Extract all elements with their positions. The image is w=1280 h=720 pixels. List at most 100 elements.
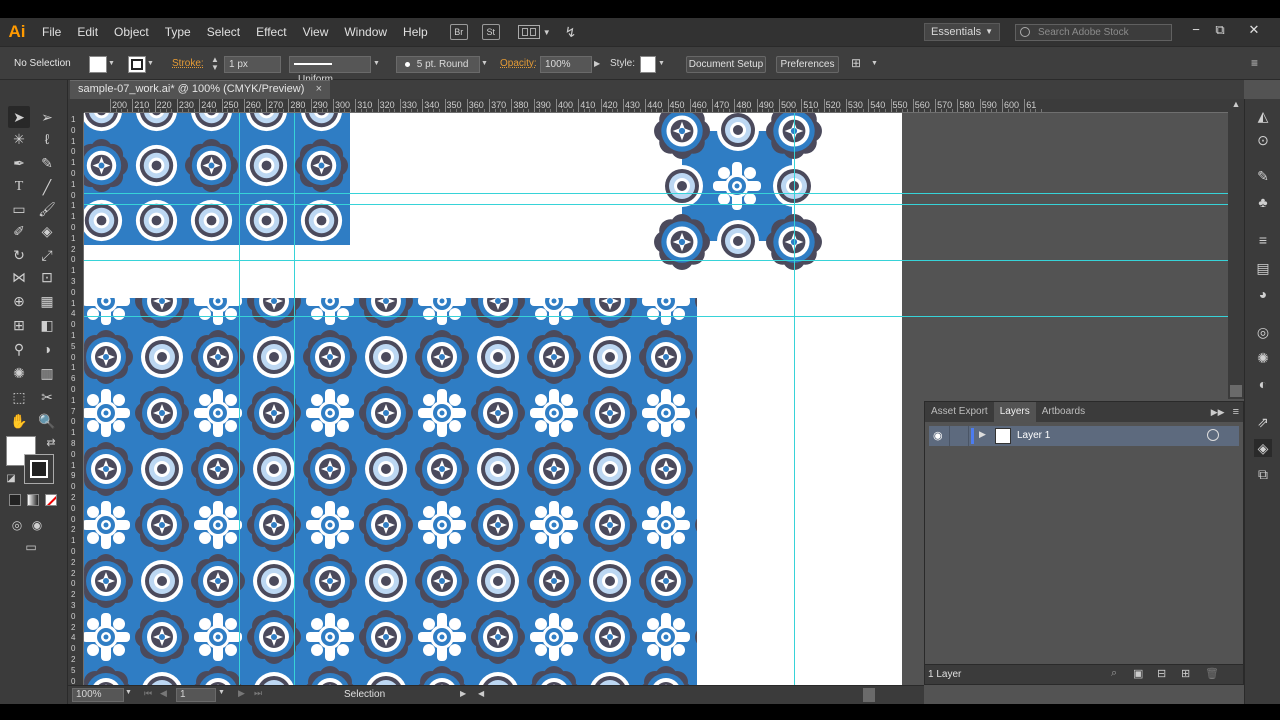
preferences-button[interactable]: Preferences: [776, 56, 839, 73]
locate-object-icon[interactable]: ⌕: [1111, 667, 1117, 680]
eraser-tool-icon[interactable]: ◈: [36, 220, 58, 242]
draw-behind-icon[interactable]: ◉: [26, 514, 48, 536]
width-tool-icon[interactable]: ⋈: [8, 266, 30, 288]
symbols-icon[interactable]: ♣: [1254, 193, 1272, 211]
restore-button[interactable]: ⧉: [1212, 22, 1228, 38]
minimize-button[interactable]: −: [1188, 22, 1204, 38]
brushes-icon[interactable]: ✎: [1254, 167, 1272, 185]
chevron-down-icon[interactable]: ▼: [543, 28, 551, 37]
perspective-grid-tool-icon[interactable]: ▦: [36, 290, 58, 312]
chevron-down-icon[interactable]: ▼: [373, 56, 387, 73]
menu-edit[interactable]: Edit: [69, 18, 106, 46]
search-stock-input[interactable]: Search Adobe Stock: [1015, 24, 1172, 41]
chevron-down-icon[interactable]: ▼: [218, 689, 225, 696]
type-tool-icon[interactable]: T: [8, 176, 30, 198]
default-fill-stroke-icon[interactable]: ◪: [0, 468, 22, 490]
chevron-down-icon[interactable]: ▼: [125, 689, 132, 696]
status-menu-arrow[interactable]: ▶: [460, 689, 466, 698]
blend-tool-icon[interactable]: ◑: [36, 338, 58, 360]
eyedropper-tool-icon[interactable]: ⚲: [8, 338, 30, 360]
layer-row[interactable]: ◉ ▶ Layer 1: [929, 426, 1239, 446]
style-swatch[interactable]: [640, 56, 656, 73]
stroke-panel-icon[interactable]: ≡: [1254, 231, 1272, 249]
mesh-tool-icon[interactable]: ⊞: [8, 314, 30, 336]
export-icon[interactable]: ⇗: [1254, 413, 1272, 431]
horizontal-scroll-thumb[interactable]: [863, 688, 875, 702]
horizontal-ruler[interactable]: 200 210 220 230 240 250 260 270 280 290 300 310 320 3…: [84, 99, 1228, 113]
menu-view[interactable]: View: [295, 18, 337, 46]
menu-window[interactable]: Window: [336, 18, 395, 46]
make-clipping-mask-icon[interactable]: ▣: [1133, 667, 1143, 680]
layer-name[interactable]: Layer 1: [1017, 430, 1050, 441]
cc-libraries-icon[interactable]: ⊙: [1254, 131, 1272, 149]
paintbrush-tool-icon[interactable]: 🖌: [36, 198, 58, 220]
graphic-styles-icon[interactable]: ✺: [1254, 349, 1272, 367]
layers-icon[interactable]: ◈: [1254, 439, 1272, 457]
pen-tool-icon[interactable]: ✒: [8, 152, 30, 174]
target-icon[interactable]: [1207, 429, 1219, 441]
collapse-panel-icon[interactable]: ▶▶: [1207, 402, 1229, 422]
previous-artboard-icon[interactable]: ◀: [160, 688, 167, 699]
lasso-tool-icon[interactable]: ℓ: [36, 128, 58, 150]
artboard-tool-icon[interactable]: ⬚: [8, 386, 30, 408]
magic-wand-tool-icon[interactable]: ✳: [8, 128, 30, 150]
appearance-icon[interactable]: ◎: [1254, 323, 1272, 341]
rotate-tool-icon[interactable]: ↻: [8, 244, 30, 266]
tab-artboards[interactable]: Artboards: [1036, 402, 1091, 422]
color-mode-button[interactable]: [9, 494, 21, 506]
bridge-button[interactable]: Br: [449, 24, 468, 40]
fill-swatch[interactable]: [89, 56, 107, 73]
stroke-weight-field[interactable]: 1 px: [224, 56, 281, 73]
canvas-vertical-scrollbar[interactable]: ▲: [1228, 99, 1244, 399]
free-transform-tool-icon[interactable]: ⊡: [36, 266, 58, 288]
workspace-switcher[interactable]: Essentials ▼: [924, 23, 1000, 41]
chevron-down-icon[interactable]: ▼: [147, 56, 158, 73]
slice-tool-icon[interactable]: ✂: [36, 386, 58, 408]
line-tool-icon[interactable]: ╱: [36, 176, 58, 198]
rectangle-tool-icon[interactable]: ▭: [8, 198, 30, 220]
eye-icon[interactable]: ◉: [933, 429, 947, 443]
gradient-tool-icon[interactable]: ◧: [36, 314, 58, 336]
selection-tool-icon[interactable]: ➤: [8, 106, 30, 128]
color-guide-icon[interactable]: ◐: [1254, 375, 1272, 393]
tab-layers[interactable]: Layers: [993, 402, 1036, 422]
ruler-origin[interactable]: [68, 99, 84, 113]
arrange-documents-icon[interactable]: [517, 25, 540, 39]
chevron-down-icon[interactable]: ▼: [108, 56, 119, 73]
chevron-right-icon[interactable]: ▶: [594, 56, 604, 73]
document-tab[interactable]: sample-07_work.ai* @ 100% (CMYK/Preview)…: [70, 80, 330, 99]
first-artboard-icon[interactable]: ⏮: [144, 688, 152, 699]
zoom-field[interactable]: 100%: [72, 688, 124, 702]
transparency-icon[interactable]: ◕: [1254, 285, 1272, 303]
scroll-up-arrow[interactable]: ▲: [1228, 99, 1244, 109]
last-artboard-icon[interactable]: ⏭: [254, 688, 262, 699]
curvature-tool-icon[interactable]: ✎: [36, 152, 58, 174]
artboard-number-field[interactable]: 1: [176, 688, 216, 702]
stroke-color-swatch[interactable]: [24, 454, 54, 484]
opacity-field[interactable]: 100%: [540, 56, 592, 73]
panel-menu-icon[interactable]: ≡: [1229, 402, 1243, 422]
column-graph-tool-icon[interactable]: ▥: [36, 362, 58, 384]
close-window-button[interactable]: ✕: [1246, 22, 1262, 38]
pattern-tile-group[interactable]: [654, 113, 822, 270]
menu-effect[interactable]: Effect: [248, 18, 294, 46]
gradient-mode-button[interactable]: [27, 494, 39, 506]
menu-file[interactable]: File: [34, 18, 69, 46]
artboards-icon[interactable]: ⧉: [1254, 465, 1272, 483]
lock-column[interactable]: [949, 426, 969, 446]
next-artboard-icon[interactable]: ▶: [238, 688, 245, 699]
stock-button[interactable]: St: [481, 24, 500, 40]
shaper-tool-icon[interactable]: ✐: [8, 220, 30, 242]
scroll-left-arrow[interactable]: ◀: [478, 689, 484, 698]
opacity-label[interactable]: Opacity:: [500, 56, 537, 73]
chevron-down-icon[interactable]: ▼: [481, 56, 493, 73]
chevron-down-icon[interactable]: ▼: [871, 56, 881, 73]
stroke-label[interactable]: Stroke:: [172, 56, 204, 73]
stroke-stepper[interactable]: ▲ ▼: [208, 56, 222, 73]
close-icon[interactable]: ×: [316, 81, 322, 98]
zoom-tool-icon[interactable]: 🔍: [36, 410, 58, 432]
pattern-fill-rectangle[interactable]: [84, 298, 697, 685]
chevron-down-icon[interactable]: ▼: [658, 56, 669, 73]
variable-width-profile[interactable]: Uniform: [289, 56, 371, 85]
tab-asset-export[interactable]: Asset Export: [925, 402, 994, 422]
